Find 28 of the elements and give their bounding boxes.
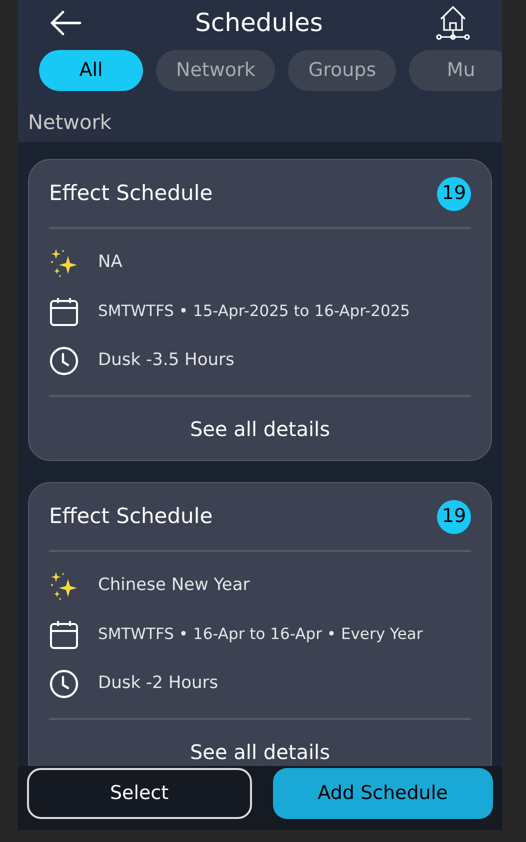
filter-tab[interactable]: Network [156, 50, 276, 91]
home-network-icon[interactable] [436, 4, 470, 42]
count-badge: 19 [437, 500, 471, 534]
see-details-link[interactable]: See all details [190, 414, 330, 444]
calendar-icon [49, 297, 79, 327]
select-button[interactable]: Select [27, 768, 252, 819]
dates-text: SMTWTFS • 16-Apr to 16-Apr • Every Year [98, 624, 423, 646]
filter-tab[interactable]: All [39, 50, 143, 91]
count-badge: 19 [437, 176, 471, 210]
calendar-icon [49, 620, 79, 650]
section-title: Network [28, 108, 112, 136]
page-title: Schedules [195, 6, 323, 39]
sparkles-icon [49, 571, 79, 601]
card-title: Effect Schedule [49, 180, 213, 207]
back-arrow-icon[interactable] [50, 10, 82, 36]
clock-icon [49, 346, 79, 376]
effect-text: Chinese New Year [98, 574, 250, 598]
dates-text: SMTWTFS • 15-Apr-2025 to 16-Apr-2025 [98, 301, 410, 322]
add-schedule-button[interactable]: Add Schedule [272, 768, 493, 819]
card-title: Effect Schedule [49, 502, 213, 530]
time-text: Dusk -3.5 Hours [98, 349, 234, 372]
filter-tab[interactable]: Mu [409, 50, 502, 91]
time-text: Dusk -2 Hours [98, 672, 218, 696]
clock-icon [49, 669, 79, 699]
filter-tab[interactable]: Groups [288, 50, 396, 91]
sparkles-icon [49, 248, 79, 278]
see-details-link[interactable]: See all details [190, 736, 330, 766]
effect-text: NA [98, 251, 122, 274]
